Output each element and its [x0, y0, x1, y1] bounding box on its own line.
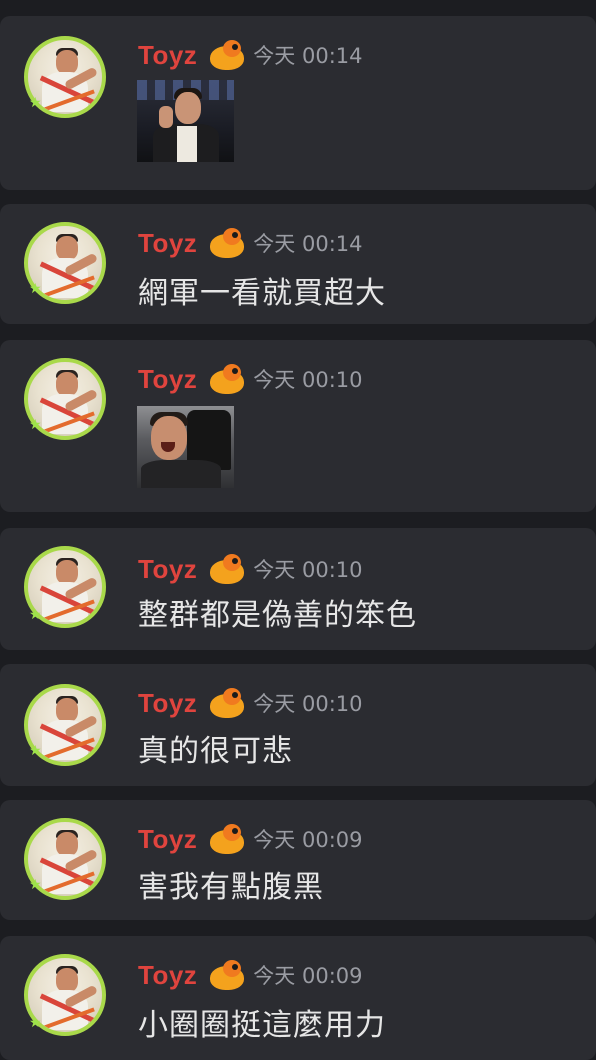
image-attachment[interactable] [137, 80, 234, 162]
message-text: 害我有點腹黑 [138, 870, 324, 905]
message-header: Toyz 今天 00:10 [138, 554, 363, 584]
message-header: Toyz 今天 00:10 [138, 688, 363, 718]
message-card[interactable]: ★ Toyz 今天 00:09 小圈圈挺這麼用力 [0, 936, 596, 1060]
duck-badge-icon [207, 960, 245, 990]
timestamp: 今天 00:10 [253, 368, 363, 392]
timestamp: 今天 00:10 [253, 692, 363, 716]
duck-badge-icon [207, 824, 245, 854]
star-icon: ★ [29, 607, 42, 623]
message-card[interactable]: ★ Toyz 今天 00:14 網軍一看就買超大 [0, 204, 596, 324]
message-header: Toyz 今天 00:14 [138, 228, 363, 258]
timestamp: 今天 00:14 [253, 44, 363, 68]
duck-badge-icon [207, 364, 245, 394]
star-icon: ★ [29, 1015, 42, 1031]
username[interactable]: Toyz [138, 228, 197, 259]
star-icon: ★ [29, 281, 42, 297]
star-icon: ★ [29, 95, 42, 111]
star-icon: ★ [29, 877, 42, 893]
username[interactable]: Toyz [138, 688, 197, 719]
message-text: 整群都是偽善的笨色 [138, 598, 417, 633]
username[interactable]: Toyz [138, 364, 197, 395]
message-feed: ★ Toyz 今天 00:14 ★ Toyz 今天 00:14 網軍一看就買超大… [0, 0, 596, 1060]
message-header: Toyz 今天 00:10 [138, 364, 363, 394]
message-text: 真的很可悲 [138, 734, 293, 769]
message-card[interactable]: ★ Toyz 今天 00:10 真的很可悲 [0, 664, 596, 786]
timestamp: 今天 00:09 [253, 964, 363, 988]
message-header: Toyz 今天 00:09 [138, 960, 363, 990]
username[interactable]: Toyz [138, 554, 197, 585]
duck-badge-icon [207, 688, 245, 718]
duck-badge-icon [207, 40, 245, 70]
message-text: 網軍一看就買超大 [138, 276, 386, 311]
star-icon: ★ [29, 743, 42, 759]
username[interactable]: Toyz [138, 960, 197, 991]
duck-badge-icon [207, 554, 245, 584]
message-header: Toyz 今天 00:14 [138, 40, 363, 70]
message-card[interactable]: ★ Toyz 今天 00:14 [0, 16, 596, 190]
image-attachment[interactable] [137, 406, 234, 488]
timestamp: 今天 00:10 [253, 558, 363, 582]
timestamp: 今天 00:09 [253, 828, 363, 852]
timestamp: 今天 00:14 [253, 232, 363, 256]
username[interactable]: Toyz [138, 40, 197, 71]
message-card[interactable]: ★ Toyz 今天 00:10 整群都是偽善的笨色 [0, 528, 596, 650]
username[interactable]: Toyz [138, 824, 197, 855]
star-icon: ★ [29, 417, 42, 433]
message-card[interactable]: ★ Toyz 今天 00:10 [0, 340, 596, 512]
duck-badge-icon [207, 228, 245, 258]
message-card[interactable]: ★ Toyz 今天 00:09 害我有點腹黑 [0, 800, 596, 920]
message-text: 小圈圈挺這麼用力 [138, 1008, 386, 1043]
message-header: Toyz 今天 00:09 [138, 824, 363, 854]
